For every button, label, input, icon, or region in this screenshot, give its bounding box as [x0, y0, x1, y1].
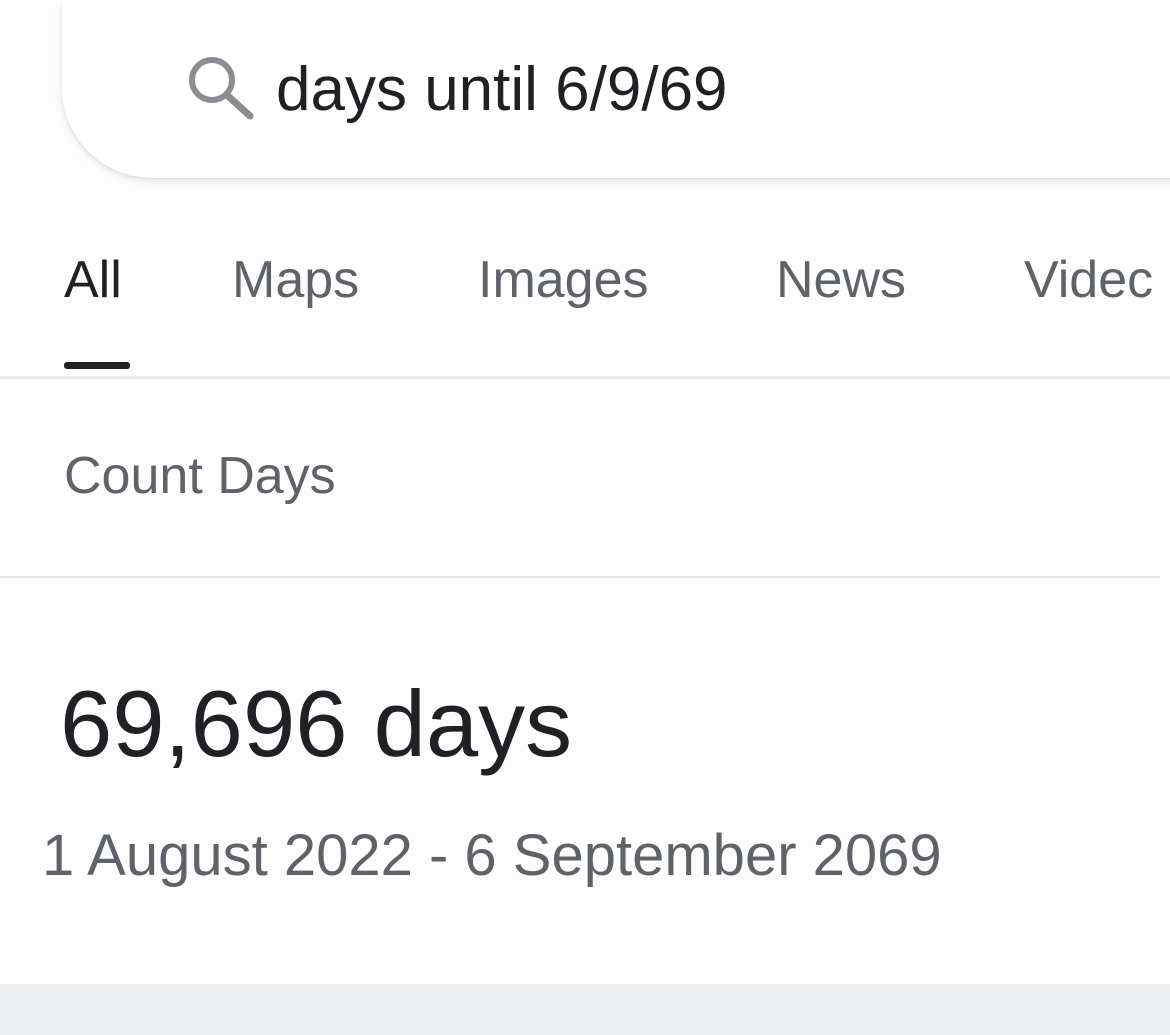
card-title: Count Days — [64, 447, 336, 505]
section-separator — [0, 984, 1170, 1035]
tab-maps[interactable]: Maps — [232, 250, 359, 310]
tab-videos[interactable]: Videc — [1024, 250, 1153, 310]
search-icon[interactable] — [184, 52, 260, 122]
tab-news[interactable]: News — [776, 250, 906, 310]
result-days-count: 69,696 days — [60, 671, 573, 776]
card-divider — [0, 576, 1160, 578]
search-results-page: days until 6/9/69 All Maps Images News V… — [0, 0, 1170, 1035]
tab-all[interactable]: All — [64, 250, 122, 310]
tabs-divider — [0, 376, 1170, 379]
result-date-range: 1 August 2022 - 6 September 2069 — [42, 823, 942, 888]
active-tab-indicator — [64, 362, 130, 369]
search-input[interactable]: days until 6/9/69 — [276, 54, 728, 125]
search-tabs: All Maps Images News Videc — [0, 240, 1170, 380]
tab-images[interactable]: Images — [478, 250, 649, 310]
